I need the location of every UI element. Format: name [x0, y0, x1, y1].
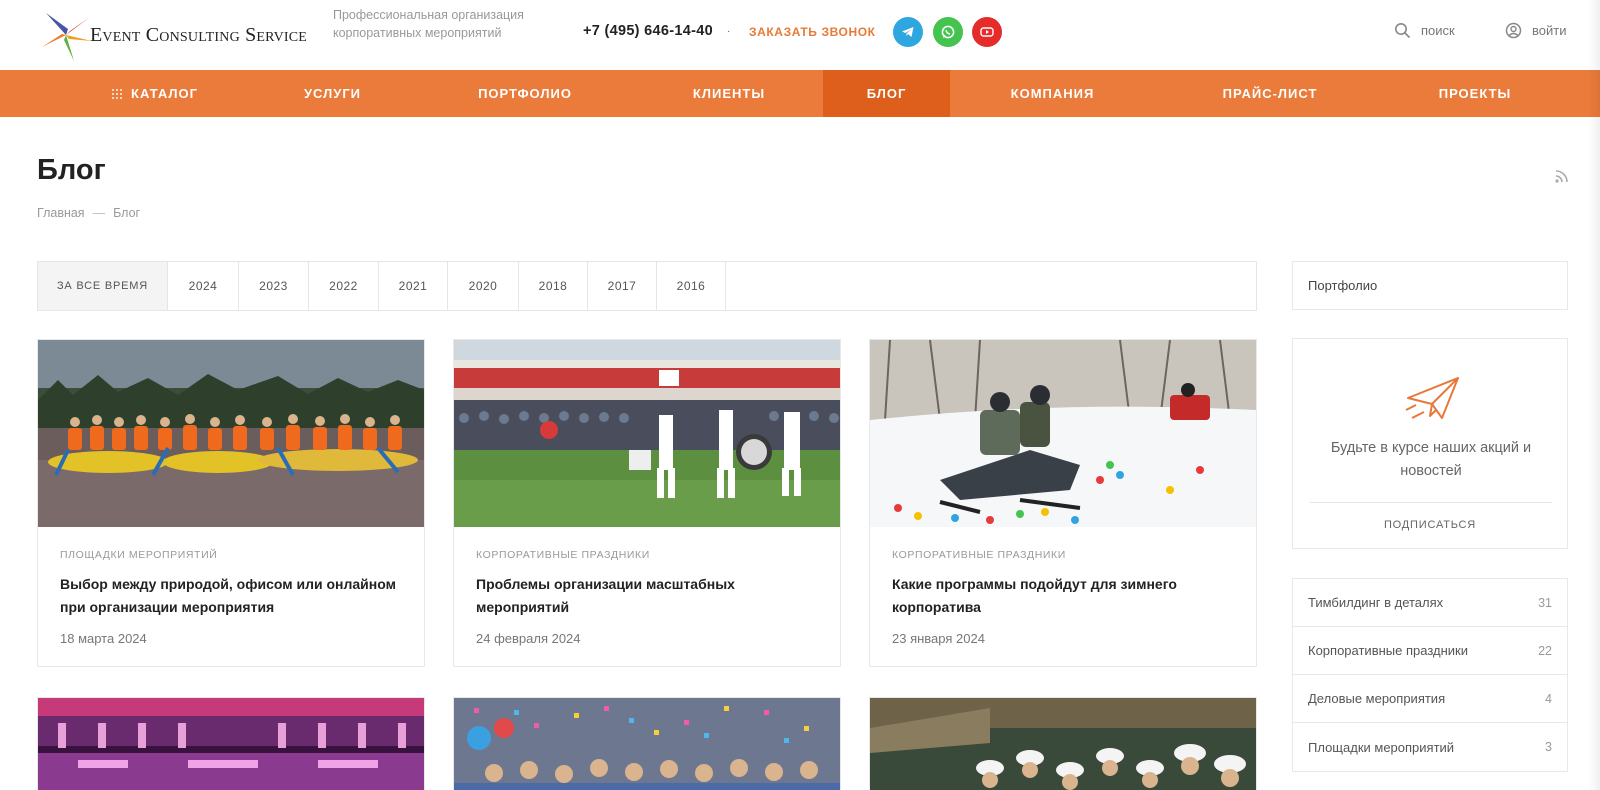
nav-item-projects[interactable]: Проекты: [1385, 70, 1565, 117]
article-category[interactable]: Корпоративные праздники: [476, 549, 818, 561]
sidebar-category-item[interactable]: Корпоративные праздники 22: [1293, 627, 1567, 675]
subscribe-button[interactable]: подписаться: [1293, 519, 1567, 531]
white-caps-crowd-photo: [870, 698, 1256, 790]
telegram-icon[interactable]: [893, 17, 923, 47]
confetti-crowd-photo: [454, 698, 840, 790]
search-label: поиск: [1421, 23, 1455, 38]
site-header: Event Consulting Service Профессиональна…: [0, 0, 1600, 70]
article-image: [454, 698, 840, 790]
article-title[interactable]: Какие программы подойдут для зимнего кор…: [892, 573, 1234, 619]
page-title: Блог: [37, 154, 106, 186]
subscribe-text: Будьте в курсе наших акций и новостей: [1330, 440, 1532, 479]
login-link[interactable]: войти: [1505, 22, 1566, 39]
login-label: войти: [1532, 23, 1567, 38]
year-tab-2020[interactable]: 2020: [448, 262, 519, 310]
article-image: [38, 340, 424, 527]
scrollbar-shadow: [1588, 0, 1600, 790]
article-card[interactable]: Площадки мероприятий Выбор между природо…: [37, 339, 425, 667]
category-count: 4: [1545, 691, 1552, 706]
year-tab-2023[interactable]: 2023: [239, 262, 309, 310]
article-title[interactable]: Выбор между природой, офисом или онлайно…: [60, 573, 402, 619]
phone-dropdown-icon[interactable]: ·: [727, 26, 730, 37]
logo[interactable]: Event Consulting Service: [38, 6, 308, 64]
sidebar-categories: Тимбилдинг в деталях 31 Корпоративные пр…: [1292, 578, 1568, 772]
paper-plane-icon: [1405, 377, 1459, 419]
year-tab-2016[interactable]: 2016: [657, 262, 726, 310]
category-name: Деловые мероприятия: [1308, 691, 1446, 706]
youtube-icon[interactable]: [972, 17, 1002, 47]
year-tab-2021[interactable]: 2021: [379, 262, 448, 310]
nav-item-portfolio[interactable]: Портфолио: [415, 70, 635, 117]
article-date: 18 марта 2024: [60, 631, 147, 646]
year-tab-all[interactable]: За все время: [38, 262, 168, 310]
year-tab-2024[interactable]: 2024: [168, 262, 239, 310]
category-name: Тимбилдинг в деталях: [1308, 595, 1444, 610]
breadcrumb-home[interactable]: Главная: [37, 206, 85, 220]
search-icon: [1395, 23, 1411, 39]
breadcrumb-current: Блог: [113, 206, 141, 220]
logo-text: Event Consulting Service: [90, 23, 308, 46]
article-image: [870, 698, 1256, 790]
article-date: 24 февраля 2024: [476, 631, 581, 646]
logo-star-icon: [42, 13, 92, 61]
year-tab-2017[interactable]: 2017: [588, 262, 657, 310]
category-count: 3: [1545, 740, 1552, 754]
article-card[interactable]: [453, 697, 841, 790]
whatsapp-icon[interactable]: [933, 17, 963, 47]
main-nav: Каталог Услуги Портфолио Клиенты Блог Ко…: [0, 70, 1600, 117]
category-name: Площадки мероприятий: [1308, 739, 1455, 755]
sidebar-category-item[interactable]: Площадки мероприятий 3: [1293, 723, 1567, 771]
concert-hall-photo: [38, 698, 424, 790]
user-icon: [1505, 22, 1522, 39]
article-category[interactable]: Площадки мероприятий: [60, 549, 402, 561]
year-tab-2018[interactable]: 2018: [519, 262, 588, 310]
article-card[interactable]: [869, 697, 1257, 790]
search-link[interactable]: поиск: [1394, 22, 1455, 39]
rss-icon[interactable]: [1554, 168, 1570, 184]
stadium-drummers-photo: [454, 340, 840, 527]
snowmobile-photo: [870, 340, 1256, 527]
article-date: 23 января 2024: [892, 631, 985, 646]
article-image: [454, 340, 840, 527]
nav-item-pricelist[interactable]: Прайс-лист: [1155, 70, 1385, 117]
year-filter: За все время 2024 2023 2022 2021 2020 20…: [37, 261, 1257, 311]
nav-item-clients[interactable]: Клиенты: [635, 70, 823, 117]
phone-number[interactable]: +7 (495) 646-14-40: [583, 23, 713, 39]
breadcrumb-separator: —: [92, 206, 106, 220]
sidebar-portfolio-link[interactable]: Портфолио: [1292, 261, 1568, 310]
tagline: Профессиональная организация корпоративн…: [333, 8, 524, 40]
grid-icon: [112, 88, 123, 99]
breadcrumb: Главная — Блог: [37, 206, 140, 220]
nav-item-company[interactable]: Компания: [950, 70, 1155, 117]
article-image: [38, 698, 424, 790]
article-card[interactable]: [37, 697, 425, 790]
callback-button[interactable]: Заказать звонок: [749, 25, 876, 39]
nav-item-services[interactable]: Услуги: [250, 70, 415, 117]
category-count: 22: [1538, 643, 1552, 658]
article-category[interactable]: Корпоративные праздники: [892, 549, 1234, 561]
subscribe-box: Будьте в курсе наших акций и новостей по…: [1292, 338, 1568, 549]
article-card[interactable]: Корпоративные праздники Проблемы организ…: [453, 339, 841, 667]
article-card[interactable]: Корпоративные праздники Какие программы …: [869, 339, 1257, 667]
category-name: Корпоративные праздники: [1308, 643, 1468, 658]
year-tab-2022[interactable]: 2022: [309, 262, 379, 310]
nav-label: Каталог: [131, 86, 198, 101]
article-image: [870, 340, 1256, 527]
sidebar-category-item[interactable]: Деловые мероприятия 4: [1293, 675, 1567, 723]
nav-item-blog[interactable]: Блог: [823, 70, 950, 117]
divider: [1310, 502, 1552, 503]
category-count: 31: [1538, 595, 1552, 610]
article-title[interactable]: Проблемы организации масштабных мероприя…: [476, 573, 818, 619]
rafting-lake-photo: [38, 340, 424, 527]
nav-item-catalog[interactable]: Каталог: [60, 70, 250, 117]
sidebar-category-item[interactable]: Тимбилдинг в деталях 31: [1293, 579, 1567, 627]
